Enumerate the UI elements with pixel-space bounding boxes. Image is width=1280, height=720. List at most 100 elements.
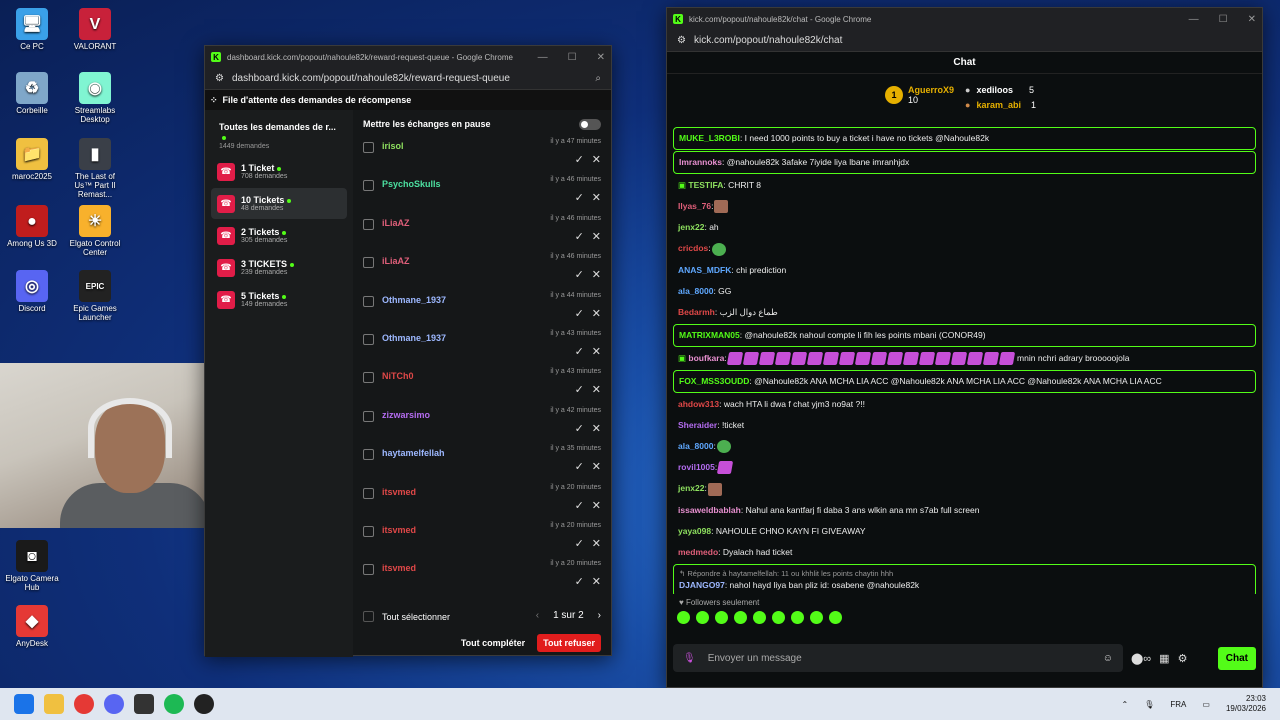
sidebar-item-reward[interactable]: ☎ 10 Tickets 48 demandes [211,188,347,219]
chat-username[interactable]: rovil1005 [678,462,715,472]
request-checkbox[interactable] [363,295,374,307]
file-explorer-icon[interactable] [44,694,64,714]
settings-icon[interactable]: ⚙ [1178,652,1188,665]
request-checkbox[interactable] [363,218,374,230]
third-name[interactable]: karam_abi [976,100,1021,110]
chat-username[interactable]: yaya098 [678,526,711,536]
reject-x-icon[interactable]: ✕ [592,345,601,358]
select-all[interactable]: Tout sélectionner [363,611,450,622]
approve-check-icon[interactable]: ✓ [575,268,584,281]
approve-check-icon[interactable]: ✓ [575,537,584,550]
second-name[interactable]: xediloos [976,85,1013,95]
chat-username[interactable]: cricdos [678,243,708,253]
request-checkbox[interactable] [363,257,374,269]
reject-x-icon[interactable]: ✕ [592,499,601,512]
request-checkbox[interactable] [363,525,374,537]
chat-username[interactable]: TESTIFA [688,180,723,190]
address-bar[interactable]: ⚙ kick.com/popout/nahoule82k/chat [667,30,1262,52]
chat-username[interactable]: ala_8000 [678,286,713,296]
desktop-icon[interactable]: V VALORANT [65,8,125,51]
request-checkbox[interactable] [363,449,374,461]
chat-username[interactable]: Ilyas_76 [678,201,711,211]
chat-username[interactable]: jenx22 [678,483,704,493]
approve-check-icon[interactable]: ✓ [575,307,584,320]
obs-icon[interactable] [194,694,214,714]
discord-icon[interactable] [104,694,124,714]
desktop-icon[interactable]: ● Among Us 3D [2,205,62,248]
minimize-button[interactable]: — [1189,14,1199,25]
request-username[interactable]: Othmane_1937 [382,333,446,343]
refuse-all-button[interactable]: Tout refuser [537,634,601,652]
chat-message[interactable]: ↰ Répondre à haytamelfellah: 11 ou khhli… [673,563,1256,594]
request-username[interactable]: iLiaAZ [382,256,410,266]
url-text[interactable]: kick.com/popout/nahoule82k/chat [694,35,842,46]
chat-message[interactable]: jenx22: [673,478,1256,499]
desktop-icon[interactable]: 📁 maroc2025 [2,138,62,181]
points-icon[interactable]: ⬤∞ [1131,652,1151,665]
chat-username[interactable]: boufkara [688,353,724,363]
reject-x-icon[interactable]: ✕ [592,422,601,435]
approve-check-icon[interactable]: ✓ [575,191,584,204]
minimize-button[interactable]: — [538,52,548,63]
prev-page-button[interactable]: ‹ [536,610,539,621]
chat-username[interactable]: Sheraider [678,420,717,430]
desktop-icon[interactable]: ◙ Elgato Camera Hub [2,540,62,592]
request-username[interactable]: Othmane_1937 [382,295,446,305]
chat-message[interactable]: ▣ boufkara: mnin nchri adrary brooooojol… [673,348,1256,369]
maximize-button[interactable]: ☐ [568,52,577,63]
request-checkbox[interactable] [363,180,374,192]
select-all-checkbox[interactable] [363,611,374,622]
desktop-icon[interactable]: ☀ Elgato Control Center [65,205,125,257]
url-text[interactable]: dashboard.kick.com/popout/nahoule82k/rew… [232,73,510,84]
gift-icon[interactable]: ▦ [1159,652,1169,665]
emote-icon[interactable] [696,611,709,624]
complete-all-button[interactable]: Tout compléter [455,634,531,652]
desktop-icon[interactable]: ♻ Corbeille [2,72,62,115]
request-username[interactable]: irisol [382,141,404,151]
desktop-icon[interactable]: ◉ Streamlabs Desktop [65,72,125,124]
reject-x-icon[interactable]: ✕ [592,575,601,588]
chat-username[interactable]: ahdow313 [678,399,719,409]
search-icon[interactable]: ⌕ [595,73,601,84]
chat-message[interactable]: MUKE_L3ROBI: I need 1000 points to buy a… [673,127,1256,150]
chat-message[interactable]: Bedarmh: طماع دوال الزب [673,302,1256,323]
chat-message[interactable]: ala_8000: [673,436,1256,457]
desktop-icon[interactable]: EPIC Epic Games Launcher [65,270,125,322]
sidebar-item-reward[interactable]: ☎ 3 TICKETS 239 demandes [211,252,347,283]
chat-message[interactable]: Ilyas_76: [673,196,1256,217]
pause-toggle[interactable] [579,118,601,130]
emote-icon[interactable] [772,611,785,624]
approve-check-icon[interactable]: ✓ [575,383,584,396]
chat-username[interactable]: Imrannoks [679,157,722,167]
desktop-icon[interactable]: 🖥 Ce PC [2,8,62,51]
chat-username[interactable]: ala_8000 [678,441,713,451]
chat-message[interactable]: issaweldbablah: Nahul ana kantfarj fi da… [673,500,1256,521]
emote-icon[interactable] [677,611,690,624]
reject-x-icon[interactable]: ✕ [592,191,601,204]
clock[interactable]: 23:03 19/03/2026 [1226,694,1266,714]
request-username[interactable]: haytamelfellah [382,448,445,458]
approve-check-icon[interactable]: ✓ [575,345,584,358]
chevron-up-icon[interactable]: ⌃ [1122,700,1129,709]
chat-username[interactable]: DJANGO97 [679,580,725,590]
chat-message[interactable]: rovil1005: [673,457,1256,478]
emote-icon[interactable] [734,611,747,624]
close-button[interactable]: ✕ [597,52,605,63]
request-username[interactable]: PsychoSkulls [382,179,441,189]
address-bar[interactable]: ⚙ dashboard.kick.com/popout/nahoule82k/r… [205,68,611,90]
leader-name[interactable]: AguerroX9 [908,85,954,95]
chat-message[interactable]: ▣ TESTIFA: CHRIT 8 [673,175,1256,196]
chat-username[interactable]: MUKE_L3ROBI [679,133,740,143]
desktop-icon[interactable]: ◆ AnyDesk [2,605,62,648]
chat-username[interactable]: MATRIXMAN05 [679,330,740,340]
chat-message[interactable]: ahdow313: wach HTA li dwa f chat yjm3 no… [673,394,1256,415]
chat-message[interactable]: ANAS_MDFK: chi prediction [673,260,1256,281]
reject-x-icon[interactable]: ✕ [592,537,601,550]
emote-icon[interactable] [715,611,728,624]
approve-check-icon[interactable]: ✓ [575,153,584,166]
request-username[interactable]: itsvmed [382,563,416,573]
approve-check-icon[interactable]: ✓ [575,460,584,473]
site-info-icon[interactable]: ⚙ [677,35,686,46]
chat-message[interactable]: yaya098: NAHOULE CHNO KAYN FI GIVEAWAY [673,521,1256,542]
approve-check-icon[interactable]: ✓ [575,499,584,512]
